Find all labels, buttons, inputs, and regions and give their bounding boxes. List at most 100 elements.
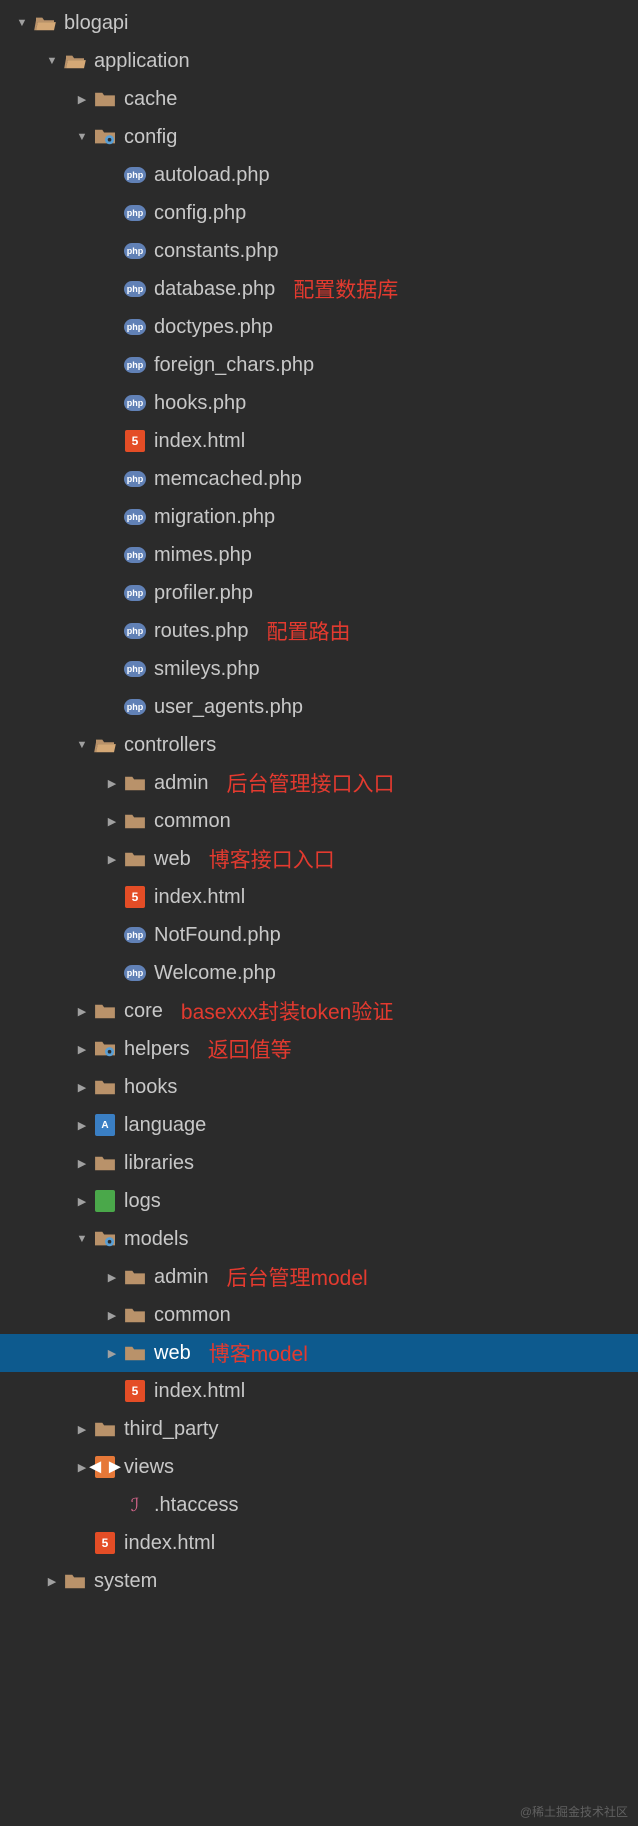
annotation-text: 博客model [209,1338,308,1368]
config-folder-icon [94,126,116,148]
chevron-right-icon[interactable]: ▶ [74,1119,90,1132]
chevron-right-icon[interactable]: ▶ [104,853,120,866]
php-file-icon: php [124,696,146,718]
tree-item[interactable]: ▶phpNotFound.php [0,916,638,954]
chevron-right-icon[interactable]: ▶ [74,1195,90,1208]
tree-item[interactable]: ▶ cache [0,80,638,118]
tree-item[interactable]: ▶ system [0,1562,638,1600]
php-file-icon: php [124,202,146,224]
php-file-icon: php [124,240,146,262]
tree-item-label: admin [154,1266,208,1289]
tree-item-label: common [154,810,231,833]
tree-item-label: third_party [124,1418,219,1441]
tree-item[interactable]: ▶admin后台管理接口入口 [0,764,638,802]
chevron-right-icon[interactable]: ▶ [74,1081,90,1094]
tree-item[interactable]: ▶phpmigration.php [0,498,638,536]
chevron-right-icon[interactable]: ▶ [104,1347,120,1360]
tree-item[interactable]: ▶ common [0,802,638,840]
tree-item[interactable]: ▼ controllers [0,726,638,764]
php-file-icon: php [124,278,146,300]
tree-item-label: user_agents.php [154,696,303,719]
tree-item[interactable]: ▶phpWelcome.php [0,954,638,992]
tree-item-label: controllers [124,734,216,757]
php-file-icon: php [124,164,146,186]
tree-item[interactable]: ▶hooks [0,1068,638,1106]
tree-item-label: common [154,1304,231,1327]
tree-item[interactable]: ▶ web 博客model [0,1334,638,1372]
chevron-right-icon[interactable]: ▶ [74,1157,90,1170]
chevron-right-icon[interactable]: ▶ [44,1575,60,1588]
php-file-icon: php [124,620,146,642]
chevron-right-icon[interactable]: ▶ [74,93,90,106]
tree-item[interactable]: ▶5index.html [0,422,638,460]
tree-item[interactable]: ▶phpprofiler.php [0,574,638,612]
tree-item[interactable]: ▼ blogapi [0,4,638,42]
tree-item[interactable]: ▶phpautoload.php [0,156,638,194]
tree-item[interactable]: ▶libraries [0,1144,638,1182]
tree-item[interactable]: ▶Alanguage [0,1106,638,1144]
file-tree: ▼ blogapi ▼application ▶ cache ▼ config ▶phpaut… [0,0,638,1600]
html-file-icon: 5 [124,886,146,908]
watermark: @稀土掘金技术社区 [520,1803,628,1820]
folder-closed-icon [124,848,146,870]
annotation-text: 返回值等 [208,1034,292,1064]
chevron-down-icon[interactable]: ▼ [14,17,30,29]
folder-closed-icon [94,1000,116,1022]
tree-item-label: index.html [154,886,245,909]
chevron-down-icon[interactable]: ▼ [74,131,90,143]
chevron-right-icon[interactable]: ▶ [104,1271,120,1284]
tree-item-label: foreign_chars.php [154,354,314,377]
php-file-icon: php [124,468,146,490]
tree-item[interactable]: ▶ℐ.htaccess [0,1486,638,1524]
chevron-right-icon[interactable]: ▶ [74,1423,90,1436]
tree-item[interactable]: ▶5index.html [0,1524,638,1562]
tree-item[interactable]: ▶admin后台管理model [0,1258,638,1296]
tree-item-label: cache [124,88,177,111]
tree-item[interactable]: ▼ config [0,118,638,156]
folder-closed-icon [124,810,146,832]
annotation-text: 后台管理接口入口 [226,768,394,798]
tree-item[interactable]: ▶phpconstants.php [0,232,638,270]
chevron-right-icon[interactable]: ▶ [74,1005,90,1018]
tree-item[interactable]: ▶logs [0,1182,638,1220]
chevron-down-icon[interactable]: ▼ [74,739,90,751]
tree-item-label: web [154,1342,191,1365]
tree-item-label: database.php [154,278,275,301]
tree-item[interactable]: ▶phpforeign_chars.php [0,346,638,384]
chevron-right-icon[interactable]: ▶ [74,1043,90,1056]
tree-item-label: blogapi [64,12,129,35]
config-folder-icon [94,1038,116,1060]
tree-item[interactable]: ▶phproutes.php配置路由 [0,612,638,650]
chevron-down-icon[interactable]: ▼ [74,1233,90,1245]
chevron-right-icon[interactable]: ▶ [104,1309,120,1322]
tree-item[interactable]: ▶corebasexxx封装token验证 [0,992,638,1030]
tree-item[interactable]: ▶phpsmileys.php [0,650,638,688]
tree-item-label: hooks.php [154,392,246,415]
html-file-icon: 5 [124,430,146,452]
tree-item[interactable]: ▶phpdoctypes.php [0,308,638,346]
tree-item[interactable]: ▶ third_party [0,1410,638,1448]
tree-item[interactable]: ▶helpers返回值等 [0,1030,638,1068]
chevron-right-icon[interactable]: ▶ [104,777,120,790]
tree-item[interactable]: ▶5index.html [0,1372,638,1410]
tree-item[interactable]: ▶phpconfig.php [0,194,638,232]
tree-item[interactable]: ▶phpmemcached.php [0,460,638,498]
tree-item[interactable]: ▶5index.html [0,878,638,916]
tree-item[interactable]: ▶◄►views [0,1448,638,1486]
tree-item[interactable]: ▼models [0,1220,638,1258]
tree-item-label: system [94,1570,157,1593]
php-file-icon: php [124,658,146,680]
tree-item[interactable]: ▶phpdatabase.php配置数据库 [0,270,638,308]
tree-item[interactable]: ▶phpuser_agents.php [0,688,638,726]
tree-item[interactable]: ▶ common [0,1296,638,1334]
php-file-icon: php [124,582,146,604]
tree-item[interactable]: ▶phpmimes.php [0,536,638,574]
php-file-icon: php [124,544,146,566]
tree-item[interactable]: ▶web博客接口入口 [0,840,638,878]
tree-item[interactable]: ▶phphooks.php [0,384,638,422]
tree-item[interactable]: ▼application [0,42,638,80]
chevron-right-icon[interactable]: ▶ [104,815,120,828]
folder-open-icon [64,50,86,72]
tree-item-label: config [124,126,177,149]
chevron-down-icon[interactable]: ▼ [44,55,60,67]
